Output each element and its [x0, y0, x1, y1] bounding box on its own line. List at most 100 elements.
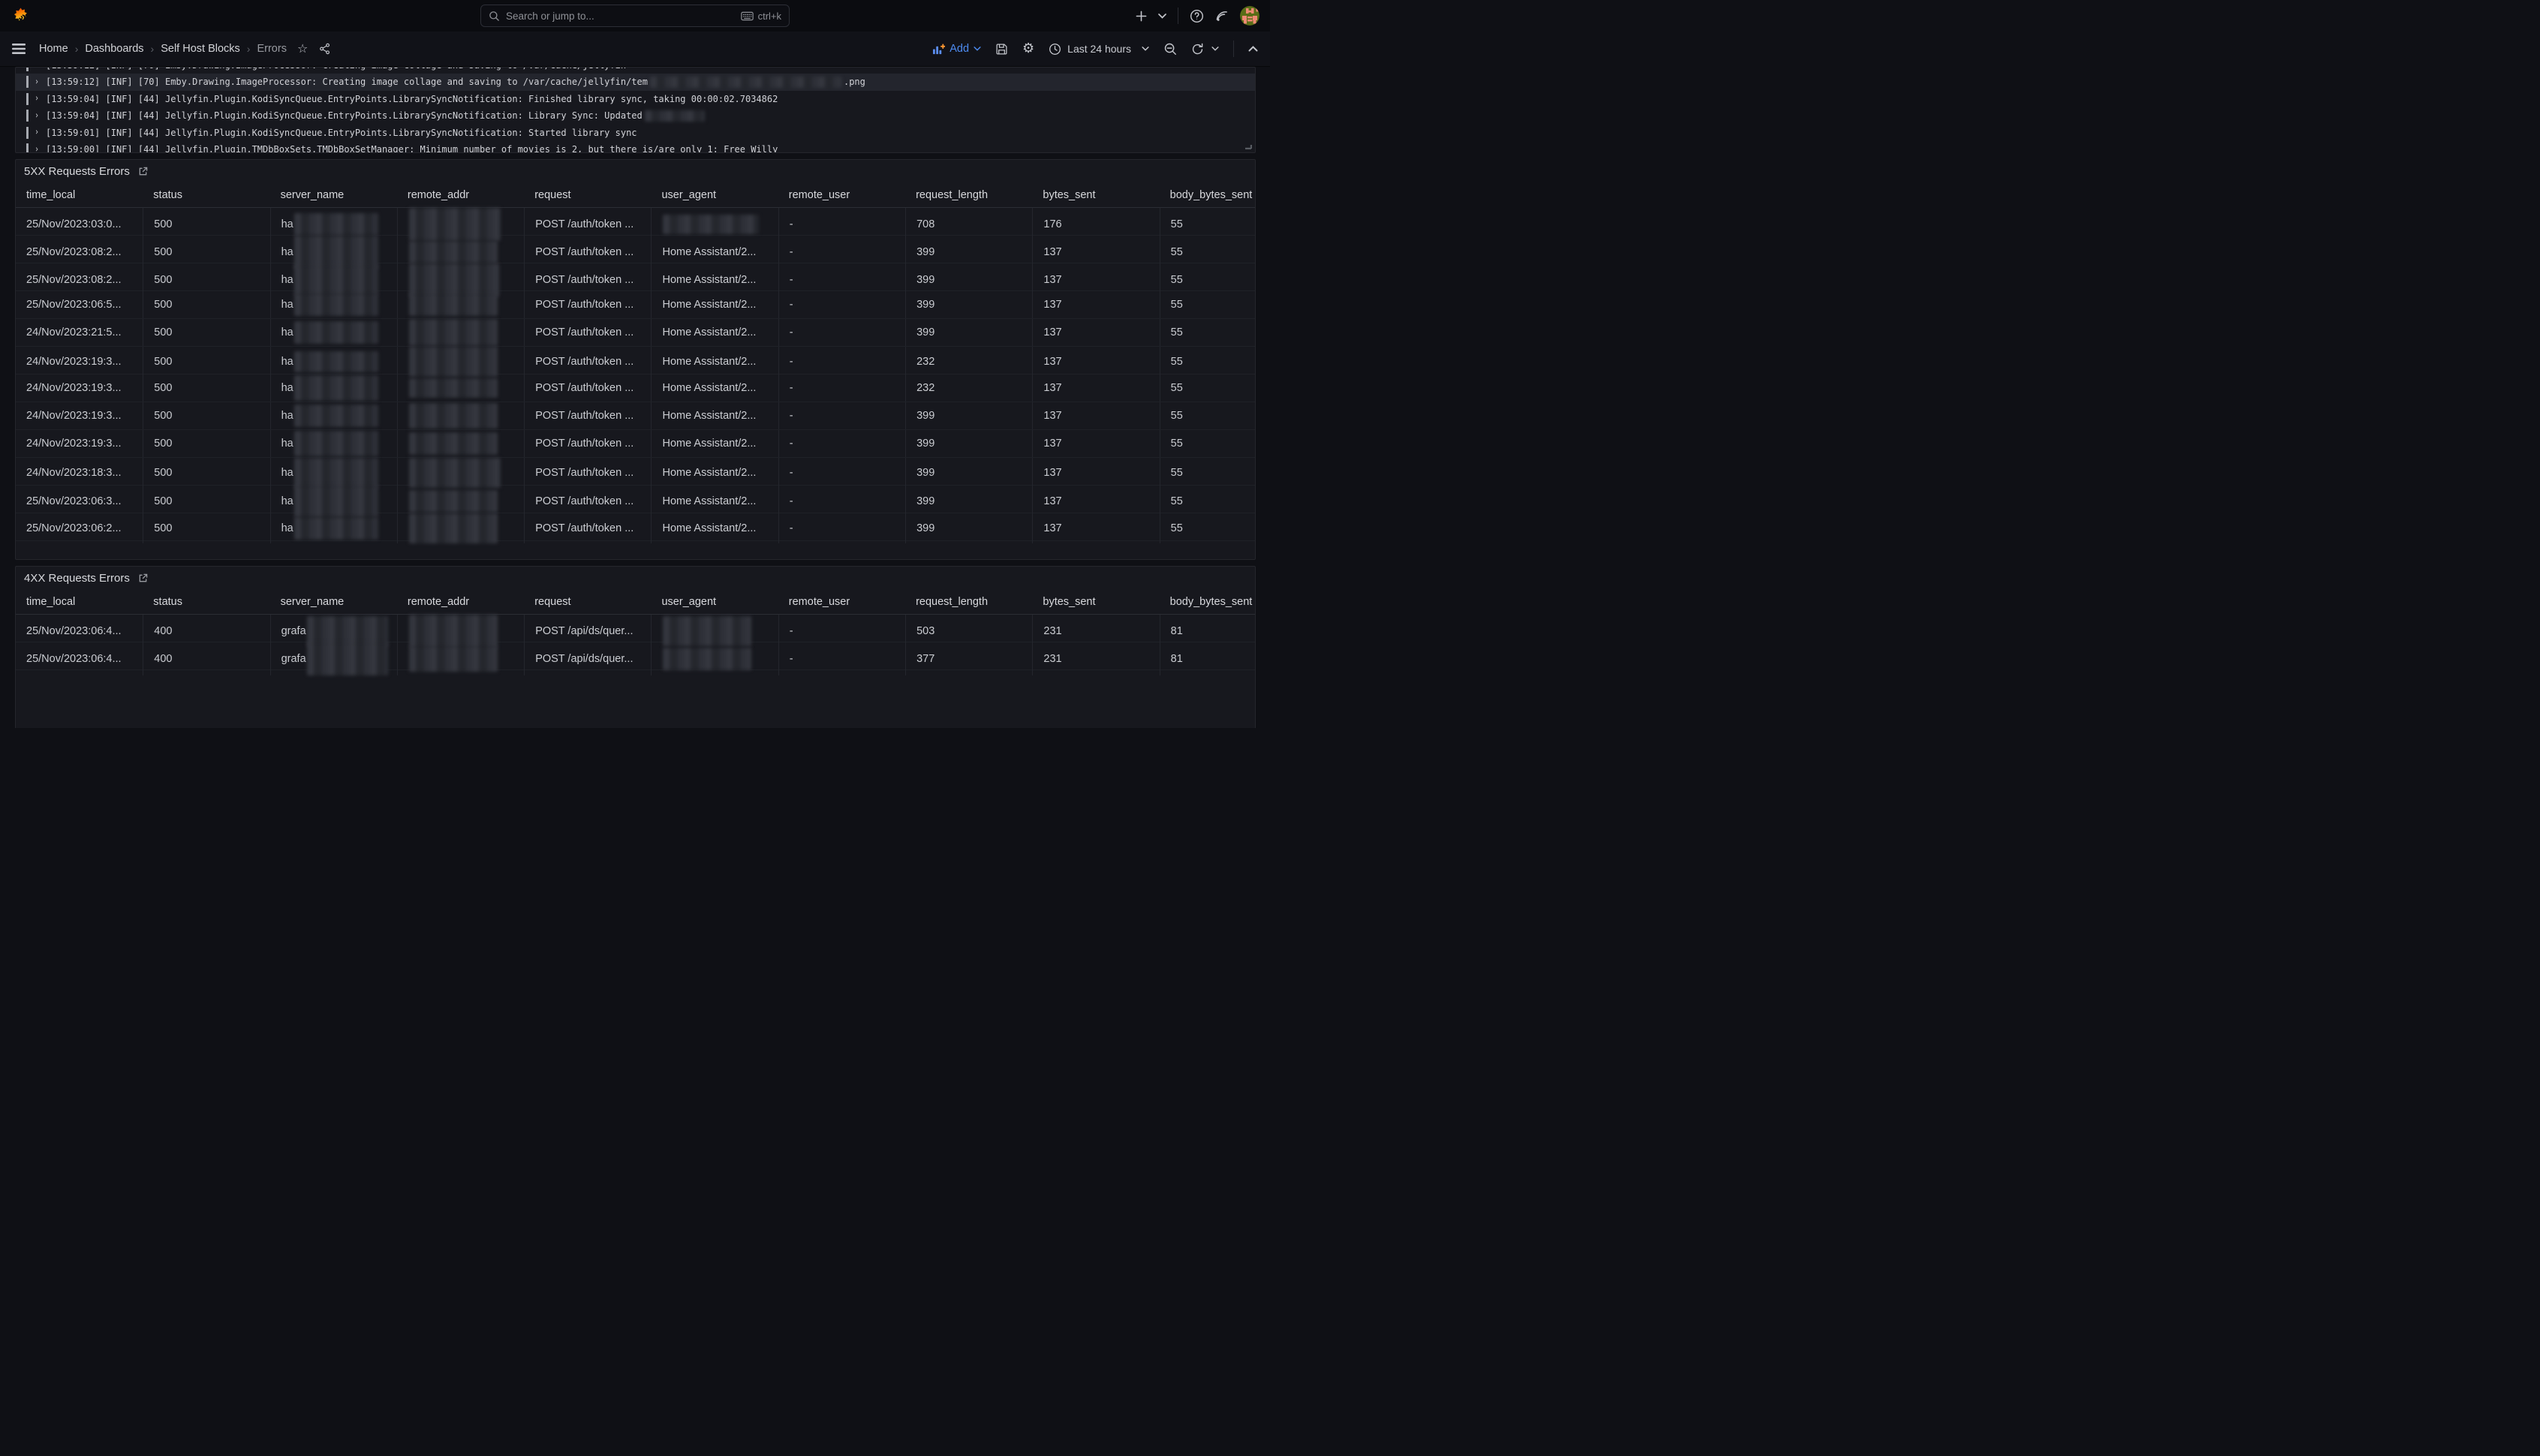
- column-header[interactable]: request_length: [905, 189, 1032, 201]
- grafana-logo[interactable]: [12, 7, 29, 26]
- table-row: 25/Nov/2023:08:2...500haPOST /auth/token…: [16, 263, 1255, 291]
- news-rss-icon[interactable]: [1215, 9, 1229, 23]
- table-row: 25/Nov/2023:06:2...500haPOST /auth/token…: [16, 513, 1255, 541]
- column-header[interactable]: user_agent: [651, 189, 778, 201]
- log-expand-chevron-icon[interactable]: ›: [35, 145, 39, 153]
- table-cell: [397, 458, 524, 488]
- log-line[interactable]: ›[13:59:04] [INF] [44] Jellyfin.Plugin.K…: [16, 107, 1255, 125]
- zoom-out-time-icon[interactable]: [1163, 42, 1177, 56]
- log-line[interactable]: › [13:59:01] [INF] [44] Jellyfin.Plugin.K…: [16, 125, 1255, 142]
- time-range-label: Last 24 hours: [1067, 43, 1131, 55]
- table-cell: POST /auth/token ...: [524, 375, 651, 402]
- search-icon: [489, 11, 500, 22]
- panel-4xx-requests-errors: 4XX Requests Errors time_localstatusserv…: [15, 566, 1256, 728]
- table-cell: 500: [143, 319, 269, 346]
- help-icon[interactable]: [1190, 9, 1204, 23]
- column-header[interactable]: server_name: [270, 596, 397, 608]
- external-link-icon[interactable]: [138, 167, 148, 176]
- external-link-icon[interactable]: [138, 573, 148, 583]
- log-line[interactable]: ›[13:59:00] [INF] [44] Jellyfin.Plugin.T…: [16, 141, 1255, 153]
- column-header[interactable]: request_length: [905, 596, 1032, 608]
- table-cell: ha: [270, 458, 397, 488]
- favorite-star-icon[interactable]: ☆: [297, 43, 308, 55]
- table-cell: 400: [143, 642, 269, 675]
- clock-icon: [1049, 43, 1061, 56]
- redacted-cell-value: [663, 616, 751, 646]
- column-header[interactable]: bytes_sent: [1032, 596, 1159, 608]
- redacted-cell-value: [409, 432, 498, 455]
- log-line[interactable]: ›[13:59:04] [INF] [44] Jellyfin.Plugin.K…: [16, 91, 1255, 108]
- redacted-cell-value: [409, 293, 498, 316]
- log-expand-chevron-icon[interactable]: ›: [35, 77, 39, 87]
- table-cell: -: [778, 642, 905, 675]
- search-bar[interactable]: ctrl+k: [480, 5, 790, 27]
- breadcrumb-item[interactable]: Errors: [257, 43, 286, 55]
- column-header[interactable]: remote_addr: [397, 596, 524, 608]
- table-cell: 137: [1032, 513, 1159, 543]
- add-label: Add: [949, 43, 969, 55]
- column-header[interactable]: remote_user: [778, 189, 905, 201]
- breadcrumb-item[interactable]: Home: [39, 43, 68, 55]
- column-header[interactable]: remote_user: [778, 596, 905, 608]
- table-cell: -: [778, 375, 905, 402]
- table-cell: 399: [905, 486, 1032, 517]
- table-cell: Home Assistant/2...: [651, 513, 778, 543]
- save-dashboard-icon[interactable]: [995, 43, 1008, 56]
- column-header[interactable]: status: [143, 596, 269, 608]
- log-level-bar: [26, 76, 29, 88]
- table-cell: Home Assistant/2...: [651, 291, 778, 318]
- refresh-interval-chevron-icon[interactable]: [1211, 47, 1219, 51]
- search-input[interactable]: [506, 11, 735, 22]
- table-cell: 500: [143, 430, 269, 457]
- column-header[interactable]: remote_addr: [397, 189, 524, 201]
- panel-resize-handle[interactable]: [1244, 142, 1252, 149]
- redacted-cell-value: [307, 642, 388, 675]
- column-header[interactable]: body_bytes_sent: [1160, 189, 1255, 201]
- column-header[interactable]: request: [524, 596, 651, 608]
- redacted-cell-value: [409, 490, 498, 513]
- table-cell: 55: [1160, 291, 1255, 318]
- column-header[interactable]: time_local: [16, 189, 143, 201]
- log-expand-chevron-icon[interactable]: ›: [35, 128, 39, 137]
- table-cell: 25/Nov/2023:06:3...: [16, 486, 143, 517]
- column-header[interactable]: request: [524, 189, 651, 201]
- table-cell: 500: [143, 291, 269, 318]
- time-range-picker[interactable]: Last 24 hours: [1049, 43, 1149, 56]
- breadcrumb-separator: ›: [75, 43, 79, 55]
- log-expand-chevron-icon[interactable]: ›: [35, 111, 39, 121]
- column-header[interactable]: body_bytes_sent: [1160, 596, 1255, 608]
- collapse-toolbar-caret-icon[interactable]: [1248, 46, 1258, 52]
- table-cell: 55: [1160, 319, 1255, 346]
- table-cell: -: [778, 291, 905, 318]
- log-message: [13:59:01] [INF] [44] Jellyfin.Plugin.Ko…: [46, 128, 637, 138]
- table-cell: POST /auth/token ...: [524, 486, 651, 517]
- new-menu-chevron-icon[interactable]: [1158, 14, 1166, 19]
- table-cell: ha: [270, 291, 397, 318]
- column-header[interactable]: server_name: [270, 189, 397, 201]
- share-icon[interactable]: [319, 43, 331, 55]
- breadcrumb-item[interactable]: Dashboards: [85, 43, 143, 55]
- table-cell: 25/Nov/2023:06:5...: [16, 291, 143, 318]
- breadcrumb-item[interactable]: Self Host Blocks: [161, 43, 240, 55]
- table-row: 24/Nov/2023:19:3...500haPOST /auth/token…: [16, 375, 1255, 402]
- redacted-cell-value: [409, 513, 498, 543]
- new-plus-button[interactable]: [1136, 11, 1147, 22]
- panel-5xx-requests-errors: 5XX Requests Errors time_localstatusserv…: [15, 159, 1256, 560]
- redacted-cell-value: [294, 293, 378, 316]
- redacted-cell-value: [294, 265, 378, 295]
- user-avatar[interactable]: [1240, 6, 1259, 26]
- column-header[interactable]: time_local: [16, 596, 143, 608]
- add-panel-button[interactable]: Add: [932, 43, 981, 55]
- breadcrumb-separator: ›: [151, 43, 155, 55]
- log-line[interactable]: ›[13:59:12] [INF] [70] Emby.Drawing.Imag…: [16, 74, 1255, 91]
- redacted-cell-value: [409, 646, 498, 672]
- log-expand-chevron-icon[interactable]: ›: [35, 94, 39, 104]
- column-header[interactable]: bytes_sent: [1032, 189, 1159, 201]
- refresh-icon[interactable]: [1191, 43, 1204, 56]
- table-cell: POST /auth/token ...: [524, 347, 651, 377]
- log-level-bar: [26, 110, 29, 122]
- hamburger-menu-icon[interactable]: [12, 44, 26, 54]
- column-header[interactable]: user_agent: [651, 596, 778, 608]
- column-header[interactable]: status: [143, 189, 269, 201]
- dashboard-settings-gear-icon[interactable]: ⚙: [1022, 42, 1034, 56]
